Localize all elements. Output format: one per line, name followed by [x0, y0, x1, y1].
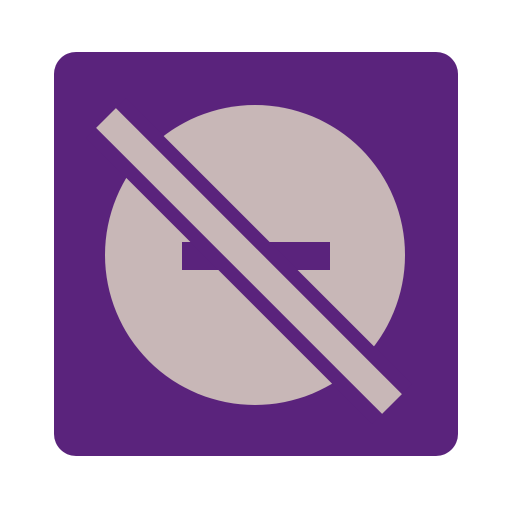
do-not-disturb-off-icon: [54, 52, 458, 456]
app-icon-canvas: [0, 0, 512, 512]
